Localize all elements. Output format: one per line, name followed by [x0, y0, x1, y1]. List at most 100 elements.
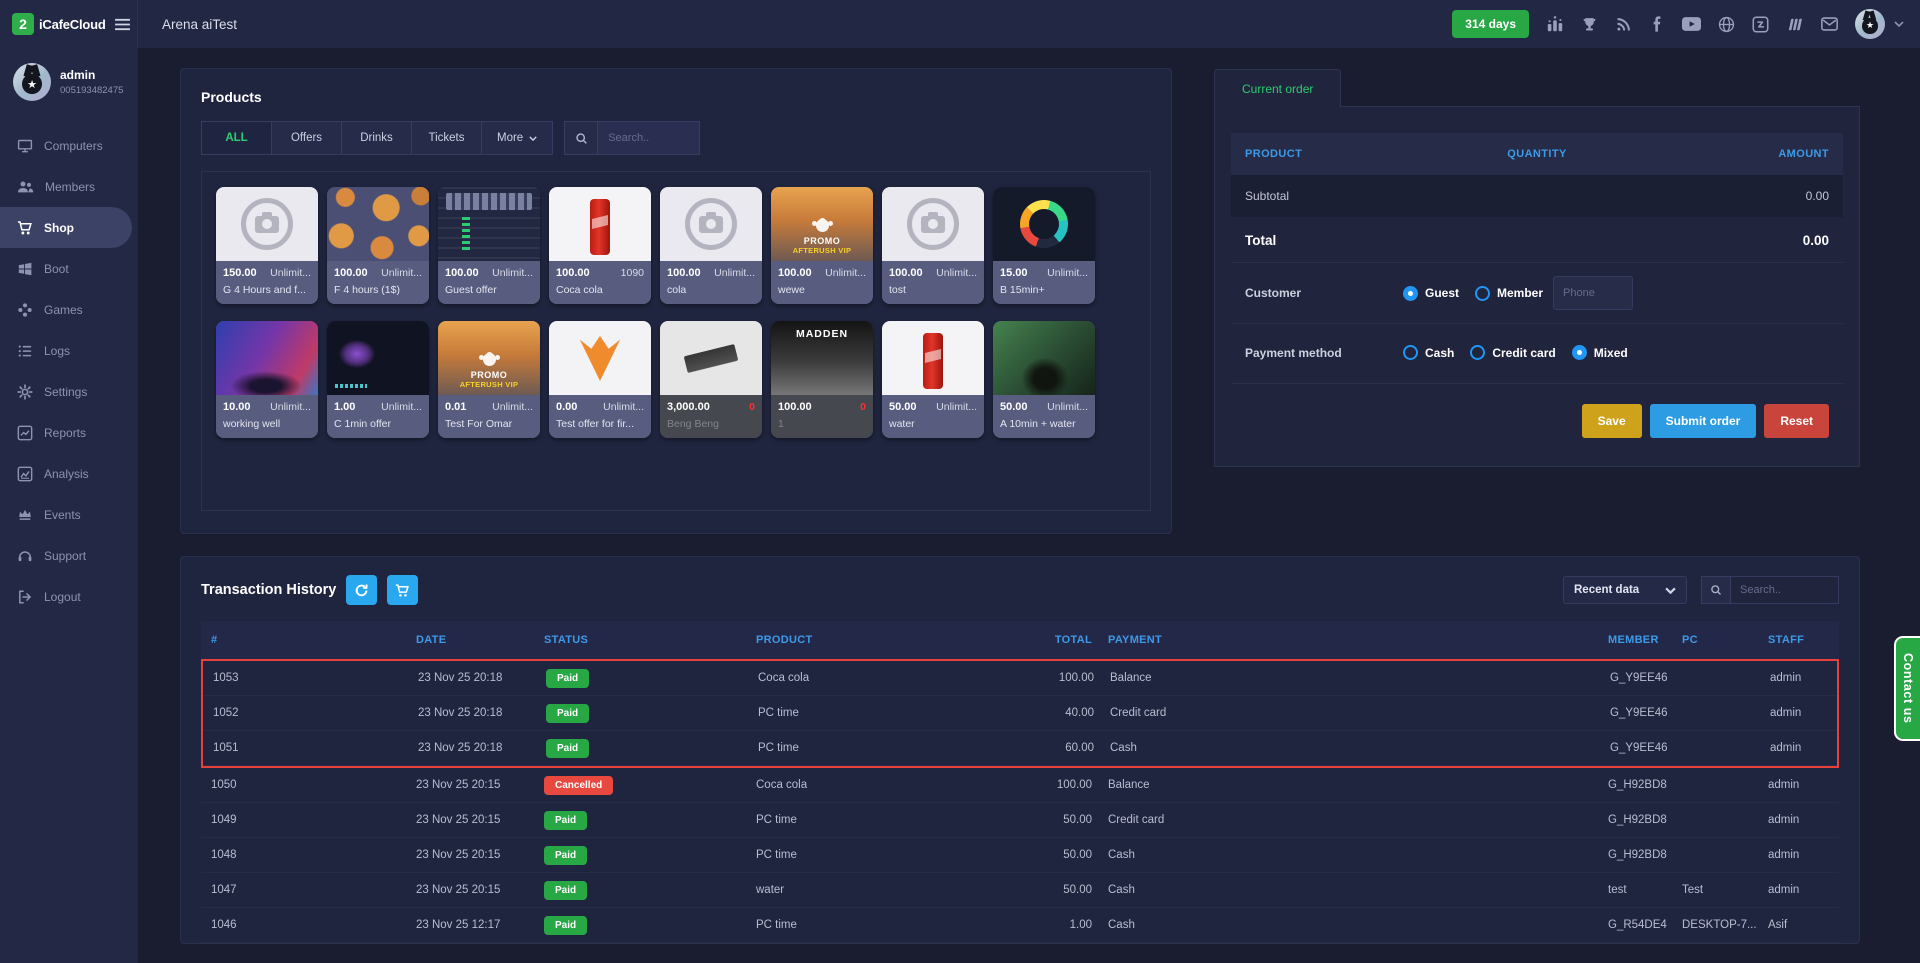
tab-current-order[interactable]: Current order: [1214, 69, 1341, 107]
transaction-row[interactable]: 105323 Nov 25 20:18PaidCoca cola100.00Ba…: [203, 661, 1837, 696]
sidebar-item-computers[interactable]: Computers: [0, 125, 138, 166]
status-badge: Paid: [544, 846, 587, 865]
radio-option-credit-card[interactable]: Credit card: [1470, 345, 1555, 360]
sidebar-item-settings[interactable]: Settings: [0, 371, 138, 412]
product-card[interactable]: MADDEN100.0001: [771, 321, 873, 438]
product-card[interactable]: 10.00Unlimit...working well: [216, 321, 318, 438]
product-card[interactable]: PROMOAFTERUSH VIP0.01Unlimit...Test For …: [438, 321, 540, 438]
transaction-search-input[interactable]: [1731, 576, 1839, 604]
sidebar-item-label: Logs: [44, 344, 70, 358]
cell-status: Paid: [546, 739, 758, 758]
license-days-badge[interactable]: 314 days: [1452, 10, 1529, 38]
tab-drinks[interactable]: Drinks: [341, 121, 411, 155]
sidebar-item-games[interactable]: Games: [0, 289, 138, 330]
sidebar-item-members[interactable]: Members: [0, 166, 138, 207]
product-price: 100.00: [334, 267, 368, 279]
sidebar-item-reports[interactable]: Reports: [0, 412, 138, 453]
collection-icon[interactable]: [1786, 16, 1804, 33]
sidebar-item-support[interactable]: Support: [0, 535, 138, 576]
product-card[interactable]: 100.00Unlimit...Guest offer: [438, 187, 540, 304]
tab-all[interactable]: ALL: [201, 121, 271, 155]
chevron-down-icon[interactable]: [1894, 21, 1904, 27]
trophy-icon[interactable]: [1581, 16, 1598, 33]
sidebar-item-boot[interactable]: Boot: [0, 248, 138, 289]
radio-option-cash[interactable]: Cash: [1403, 345, 1454, 360]
product-stock: Unlimit...: [270, 401, 311, 413]
reports-icon: [17, 425, 33, 441]
save-button[interactable]: Save: [1582, 404, 1642, 438]
transaction-row[interactable]: 105123 Nov 25 20:18PaidPC time60.00CashG…: [203, 731, 1837, 766]
radio-option-guest[interactable]: Guest: [1403, 286, 1459, 301]
cell-total: 50.00: [1028, 884, 1108, 896]
refresh-button[interactable]: [346, 575, 377, 605]
product-image-fox: [549, 321, 651, 395]
transaction-controls: Recent data: [1563, 576, 1839, 604]
product-card[interactable]: 100.00Unlimit...tost: [882, 187, 984, 304]
hamburger-menu-icon[interactable]: [114, 18, 131, 31]
product-stock: Unlimit...: [714, 267, 755, 279]
products-search-input[interactable]: [598, 121, 700, 155]
product-card[interactable]: 100.00Unlimit...F 4 hours (1$): [327, 187, 429, 304]
product-price: 100.00: [889, 267, 923, 279]
submit-order-button[interactable]: Submit order: [1650, 404, 1757, 438]
cell-staff: admin: [1768, 814, 1829, 826]
navbar-right: 314 days ★: [1452, 9, 1920, 39]
cell-member: test: [1608, 884, 1682, 896]
contact-us-button[interactable]: Contact us: [1894, 636, 1920, 741]
transaction-row[interactable]: 105023 Nov 25 20:15CancelledCoca cola100…: [201, 768, 1839, 803]
sidebar-user-avatar[interactable]: ★: [13, 63, 51, 101]
product-card[interactable]: 1.00Unlimit...C 1min offer: [327, 321, 429, 438]
cart-button[interactable]: [387, 575, 418, 605]
sidebar-item-logs[interactable]: Logs: [0, 330, 138, 371]
product-card[interactable]: 50.00Unlimit...water: [882, 321, 984, 438]
reset-button[interactable]: Reset: [1764, 404, 1829, 438]
transaction-row[interactable]: 104623 Nov 25 12:17PaidPC time1.00CashG_…: [201, 908, 1839, 943]
product-card[interactable]: 150.00Unlimit...G 4 Hours and f...: [216, 187, 318, 304]
radio-option-member[interactable]: Member: [1475, 286, 1543, 301]
data-range-select[interactable]: Recent data: [1563, 576, 1687, 604]
sidebar-item-analysis[interactable]: Analysis: [0, 453, 138, 494]
phone-input[interactable]: [1553, 276, 1633, 310]
ranking-icon[interactable]: [1546, 15, 1564, 33]
order-actions: Save Submit order Reset: [1231, 383, 1843, 446]
cell-payment: Credit card: [1108, 814, 1608, 826]
snack-bar-graphic: [684, 343, 739, 372]
product-image-snack: [660, 321, 762, 395]
tab-more[interactable]: More: [481, 121, 553, 155]
facebook-icon[interactable]: [1649, 16, 1665, 32]
product-card[interactable]: 15.00Unlimit...B 15min+: [993, 187, 1095, 304]
product-card[interactable]: 50.00Unlimit...A 10min + water: [993, 321, 1095, 438]
cell-member: G_H92BD8: [1608, 779, 1682, 791]
radio-option-mixed[interactable]: Mixed: [1572, 345, 1628, 360]
sidebar-item-shop[interactable]: Shop: [0, 207, 132, 248]
tab-tickets[interactable]: Tickets: [411, 121, 481, 155]
product-card[interactable]: 3,000.000Beng Beng: [660, 321, 762, 438]
youtube-icon[interactable]: [1682, 17, 1701, 31]
icafe-logo-icon[interactable]: [1752, 16, 1769, 33]
user-avatar[interactable]: ★: [1855, 9, 1885, 39]
product-card[interactable]: PROMOAFTERUSH VIP100.00Unlimit...wewe: [771, 187, 873, 304]
globe-icon[interactable]: [1718, 16, 1735, 33]
transaction-row[interactable]: 104723 Nov 25 20:15Paidwater50.00Cashtes…: [201, 873, 1839, 908]
radio-option-label: Credit card: [1492, 346, 1555, 360]
product-card[interactable]: 0.00Unlimit...Test offer for fir...: [549, 321, 651, 438]
sidebar-item-events[interactable]: Events: [0, 494, 138, 535]
cell-status: Paid: [544, 916, 756, 935]
product-stock: 0: [860, 401, 866, 413]
tab-offers[interactable]: Offers: [271, 121, 341, 155]
product-card-footer: 1.00Unlimit...C 1min offer: [327, 395, 429, 438]
sidebar-item-logout[interactable]: Logout: [0, 576, 138, 617]
mail-icon[interactable]: [1821, 17, 1838, 31]
product-card[interactable]: 100.001090Coca cola: [549, 187, 651, 304]
product-image-gamer: [216, 321, 318, 395]
transaction-row[interactable]: 105223 Nov 25 20:18PaidPC time40.00Credi…: [203, 696, 1837, 731]
product-card[interactable]: 100.00Unlimit...cola: [660, 187, 762, 304]
cell-id: 1052: [213, 707, 418, 719]
column-header-pc: PC: [1682, 634, 1768, 646]
cell-staff: admin: [1768, 779, 1829, 791]
rss-icon[interactable]: [1615, 16, 1632, 33]
transaction-row[interactable]: 104823 Nov 25 20:15PaidPC time50.00CashG…: [201, 838, 1839, 873]
product-image-promo: PROMOAFTERUSH VIP: [438, 321, 540, 395]
transaction-row[interactable]: 104923 Nov 25 20:15PaidPC time50.00Credi…: [201, 803, 1839, 838]
product-stock: Unlimit...: [1047, 401, 1088, 413]
